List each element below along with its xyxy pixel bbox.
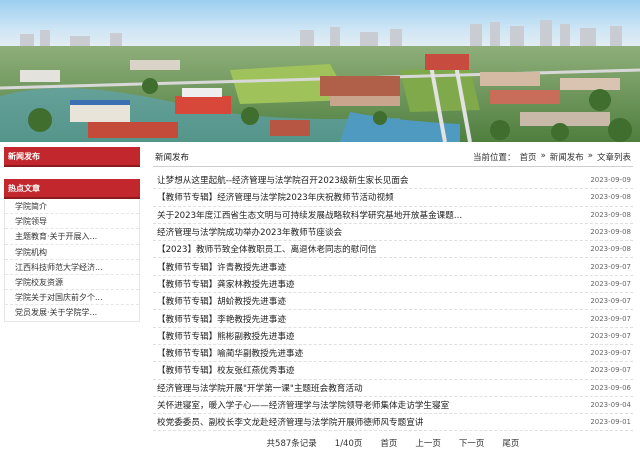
breadcrumb: 当前位置： 首页 » 新闻发布 » 文章列表 — [473, 151, 633, 163]
news-row[interactable]: 【教师节专辑】经济管理与法学院2023年庆祝教师节活动视频 2023-09-08 — [153, 189, 633, 207]
news-title-link[interactable]: 关于2023年度江西省生态文明与可持续发展战略软科学研究基地开放基金课题... — [153, 209, 462, 221]
page-title: 新闻发布 — [155, 152, 190, 163]
sidebar-item[interactable]: 学院领导 — [5, 214, 139, 230]
news-title-link[interactable]: 【2023】教师节致全体教职员工、离退休老同志的慰问信 — [153, 243, 377, 255]
news-row[interactable]: 让梦想从这里起航--经济管理与法学院召开2023级新生家长见面会 2023-09-… — [153, 172, 633, 190]
main-header: 新闻发布 当前位置： 首页 » 新闻发布 » 文章列表 — [153, 147, 633, 167]
news-title-link[interactable]: 经济管理与法学院成功举办2023年教师节座谈会 — [153, 226, 342, 238]
news-date: 2023-09-07 — [590, 349, 631, 358]
breadcrumb-current: 文章列表 — [596, 152, 631, 163]
news-date: 2023-09-01 — [590, 418, 631, 427]
sidebar-item[interactable]: 学院简介 — [5, 199, 139, 215]
sidebar-item[interactable]: 学院关于对国庆前夕个... — [5, 290, 139, 306]
breadcrumb-section-link[interactable]: 新闻发布 — [550, 151, 584, 163]
breadcrumb-prefix: 当前位置： — [473, 152, 516, 163]
next-page-link[interactable]: 下一页 — [459, 437, 485, 449]
news-row[interactable]: 经济管理与法学院开展"开学第一课"主题班会教育活动 2023-09-06 — [153, 380, 633, 397]
news-row[interactable]: 【教师节专辑】校友张红燕优秀事迹 2023-09-07 — [153, 362, 633, 380]
news-row[interactable]: 关怀进寝室，暖入学子心——经济管理学与法学院领导老师集体走访学生寝室 2023-0… — [153, 397, 633, 415]
news-date: 2023-09-09 — [590, 176, 631, 185]
news-row[interactable]: 【2023】教师节致全体教职员工、离退休老同志的慰问信 2023-09-08 — [153, 241, 633, 259]
news-date: 2023-09-07 — [590, 279, 631, 288]
news-row[interactable]: 关于2023年度江西省生态文明与可持续发展战略软科学研究基地开放基金课题... 2… — [153, 207, 633, 224]
news-date: 2023-09-07 — [590, 297, 631, 306]
news-date: 2023-09-04 — [590, 401, 631, 409]
news-date: 2023-09-07 — [590, 331, 631, 340]
news-title-link[interactable]: 【教师节专辑】经济管理与法学院2023年庆祝教师节活动视频 — [153, 191, 394, 203]
sidebar-item[interactable]: 党员发展·关于学院学... — [5, 305, 139, 320]
news-row[interactable]: 【教师节专辑】熊彬副教授先进事迹 2023-09-07 — [153, 328, 633, 345]
breadcrumb-home-link[interactable]: 首页 — [520, 151, 537, 163]
news-title-link[interactable]: 关怀进寝室，暖入学子心——经济管理学与法学院领导老师集体走访学生寝室 — [153, 399, 449, 411]
news-date: 2023-09-08 — [590, 228, 631, 237]
sidebar-item[interactable]: 学院校友资源 — [5, 275, 139, 291]
news-title-link[interactable]: 让梦想从这里起航--经济管理与法学院召开2023级新生家长见面会 — [153, 174, 409, 186]
sidebar-item[interactable]: 学院机构 — [5, 245, 139, 260]
pagination: 共587条记录 1/40页 首页 上一页 下一页 尾页 — [153, 437, 633, 449]
first-page-link[interactable]: 首页 — [380, 437, 397, 449]
news-title-link[interactable]: 【教师节专辑】许青教授先进事迹 — [153, 261, 286, 273]
prev-page-link[interactable]: 上一页 — [415, 437, 441, 449]
sidebar-news-heading[interactable]: 新闻发布 — [4, 147, 140, 167]
campus-banner-image — [0, 0, 640, 142]
news-row[interactable]: 校党委委员、副校长李文龙赴经济管理与法学院开展师德师风专题宣讲 2023-09-0… — [153, 414, 633, 432]
news-row[interactable]: 【教师节专辑】李艳教授先进事迹 2023-09-07 — [153, 310, 633, 328]
main-content: 新闻发布 当前位置： 首页 » 新闻发布 » 文章列表 让梦想从这里起航--经济… — [153, 147, 633, 432]
news-date: 2023-09-08 — [590, 245, 631, 254]
news-row[interactable]: 【教师节专辑】喻蔺华副教授先进事迹 2023-09-07 — [153, 345, 633, 363]
news-date: 2023-09-07 — [590, 314, 631, 323]
sidebar-item[interactable]: 江西科技师范大学经济... — [5, 260, 139, 275]
news-row[interactable]: 经济管理与法学院成功举办2023年教师节座谈会 2023-09-08 — [153, 224, 633, 242]
news-row[interactable]: 【教师节专辑】龚家林教授先进事迹 2023-09-07 — [153, 276, 633, 294]
news-title-link[interactable]: 【教师节专辑】龚家林教授先进事迹 — [153, 278, 295, 290]
news-date: 2023-09-08 — [590, 193, 631, 202]
news-title-link[interactable]: 经济管理与法学院开展"开学第一课"主题班会教育活动 — [153, 382, 363, 394]
news-title-link[interactable]: 【教师节专辑】胡蚧教授先进事迹 — [153, 295, 286, 307]
sidebar: 新闻发布 热点文章 学院简介 学院领导 主题教育·关于开展入... 学院机构 江… — [4, 147, 140, 322]
sidebar-item[interactable]: 主题教育·关于开展入... — [5, 229, 139, 245]
news-title-link[interactable]: 【教师节专辑】校友张红燕优秀事迹 — [153, 364, 295, 376]
news-date: 2023-09-07 — [590, 262, 631, 271]
news-row[interactable]: 【教师节专辑】胡蚧教授先进事迹 2023-09-07 — [153, 293, 633, 311]
news-row[interactable]: 【教师节专辑】许青教授先进事迹 2023-09-07 — [153, 258, 633, 276]
breadcrumb-separator: » — [540, 150, 546, 161]
sidebar-hot-heading: 热点文章 — [4, 179, 140, 199]
breadcrumb-separator: » — [587, 150, 593, 161]
hot-article-list: 学院简介 学院领导 主题教育·关于开展入... 学院机构 江西科技师范大学经济.… — [4, 199, 140, 322]
news-title-link[interactable]: 【教师节专辑】李艳教授先进事迹 — [153, 313, 286, 325]
news-title-link[interactable]: 【教师节专辑】熊彬副教授先进事迹 — [153, 330, 295, 342]
news-date: 2023-09-08 — [590, 210, 631, 219]
news-date: 2023-09-06 — [590, 383, 631, 392]
last-page-link[interactable]: 尾页 — [502, 437, 519, 449]
news-title-link[interactable]: 【教师节专辑】喻蔺华副教授先进事迹 — [153, 347, 303, 359]
news-date: 2023-09-07 — [590, 366, 631, 375]
page-indicator: 1/40页 — [334, 439, 363, 449]
news-title-link[interactable]: 校党委委员、副校长李文龙赴经济管理与法学院开展师德师风专题宣讲 — [153, 416, 423, 428]
news-list: 让梦想从这里起航--经济管理与法学院召开2023级新生家长见面会 2023-09-… — [153, 172, 633, 432]
record-count: 共587条记录 — [266, 439, 317, 449]
